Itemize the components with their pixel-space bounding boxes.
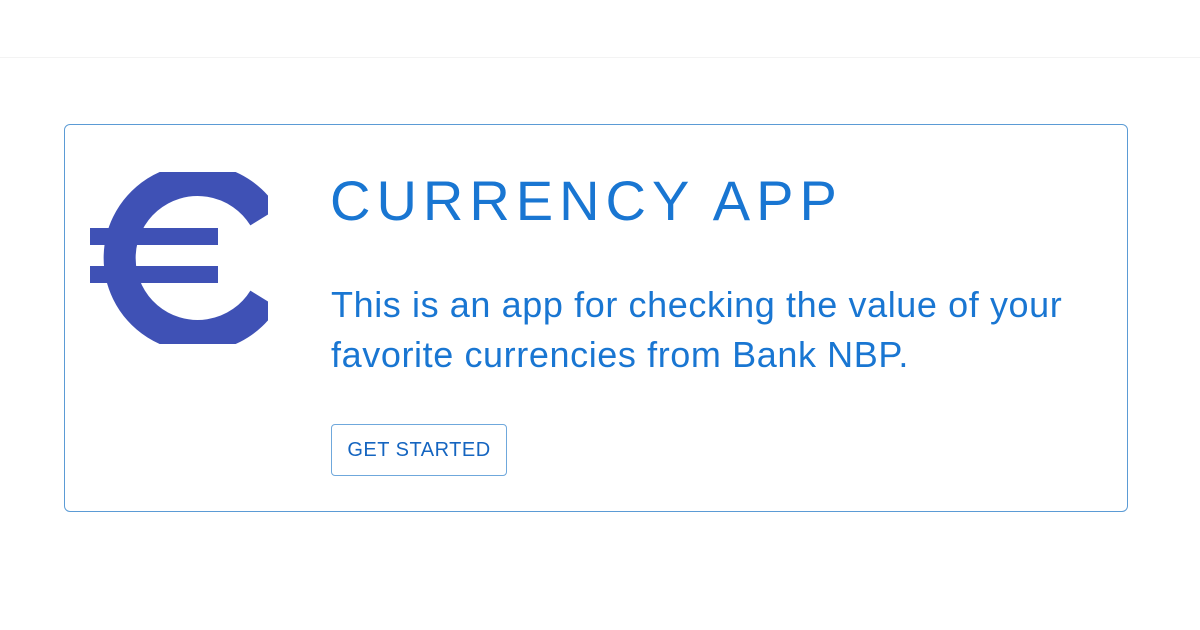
top-bar: [0, 0, 1200, 58]
page-title: CURRENCY APP: [330, 169, 843, 232]
euro-icon: [90, 172, 268, 344]
page: CURRENCY APP This is an app for checking…: [0, 0, 1200, 630]
get-started-button[interactable]: GET STARTED: [331, 424, 507, 476]
app-description: This is an app for checking the value of…: [331, 284, 1063, 375]
